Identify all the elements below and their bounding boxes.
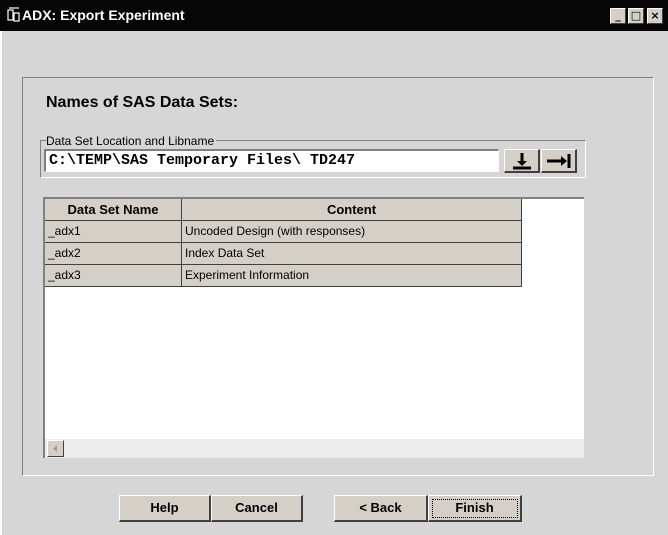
minimize-button[interactable]: _ xyxy=(610,8,626,24)
column-header-name[interactable]: Data Set Name xyxy=(45,199,182,221)
table-cell-name[interactable]: _adx1 xyxy=(45,221,182,243)
table-cell-content[interactable]: Index Data Set xyxy=(182,243,522,265)
arrow-right-to-bar-icon xyxy=(547,154,571,168)
maximize-button[interactable]: □ xyxy=(628,8,644,24)
finish-button[interactable]: Finish xyxy=(428,495,522,522)
arrow-left-icon xyxy=(53,445,57,452)
section-title: Names of SAS Data Sets: xyxy=(46,94,239,111)
column-header-content[interactable]: Content xyxy=(182,199,522,221)
window-title: ADX: Export Experiment xyxy=(22,7,185,23)
export-button[interactable] xyxy=(541,149,577,173)
data-set-table[interactable]: Data Set Name Content _adx1 Uncoded Desi… xyxy=(43,197,584,458)
download-button[interactable] xyxy=(504,149,540,173)
help-button[interactable]: Help xyxy=(119,495,211,522)
table-cell-name[interactable]: _adx2 xyxy=(45,243,182,265)
download-arrow-icon xyxy=(513,153,531,170)
horizontal-scrollbar[interactable] xyxy=(45,439,584,458)
location-group-label: Data Set Location and Libname xyxy=(46,134,217,148)
location-input[interactable]: C:\TEMP\SAS Temporary Files\ TD247 xyxy=(44,149,499,172)
cancel-button[interactable]: Cancel xyxy=(211,495,303,522)
scroll-left-button[interactable] xyxy=(47,440,64,457)
back-button[interactable]: < Back xyxy=(334,495,428,522)
title-bar: ADX: Export Experiment _ □ × xyxy=(0,0,668,31)
table-cell-content[interactable]: Experiment Information xyxy=(182,265,522,287)
app-icon xyxy=(6,7,22,23)
table-cell-name[interactable]: _adx3 xyxy=(45,265,182,287)
table-cell-content[interactable]: Uncoded Design (with responses) xyxy=(182,221,522,243)
close-button[interactable]: × xyxy=(647,8,663,24)
